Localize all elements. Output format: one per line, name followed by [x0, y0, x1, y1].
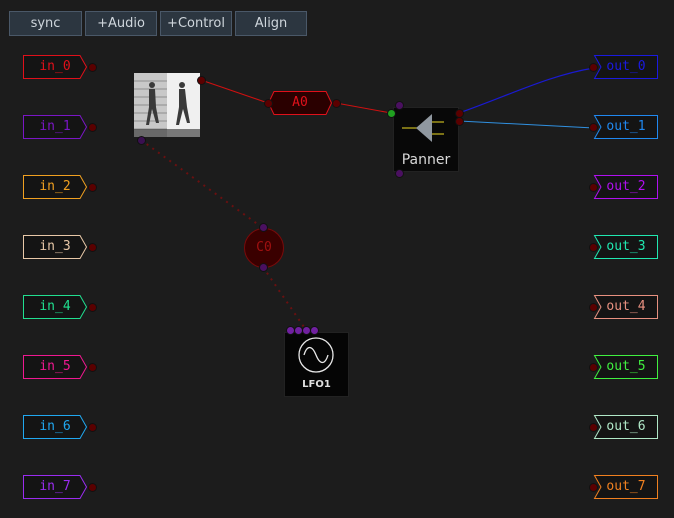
input-port-1-connector[interactable]	[88, 123, 97, 132]
toolbar: sync +Audio +Control Align	[9, 11, 307, 36]
c0-out-port[interactable]	[259, 263, 268, 272]
c0-in-port[interactable]	[259, 223, 268, 232]
control-bus-c0[interactable]: C0	[244, 228, 284, 268]
input-port-6[interactable]: in_6	[23, 415, 88, 439]
input-port-2-connector[interactable]	[88, 183, 97, 192]
input-port-0-connector[interactable]	[88, 63, 97, 72]
input-port-6-connector[interactable]	[88, 423, 97, 432]
lfo-port-3[interactable]	[310, 326, 319, 335]
input-port-label: in_6	[39, 419, 71, 434]
input-port-4-connector[interactable]	[88, 303, 97, 312]
output-port-5[interactable]: out_5	[593, 355, 658, 379]
output-port-0[interactable]: out_0	[593, 55, 658, 79]
panner-node[interactable]: Panner	[393, 107, 459, 172]
wire-c0-to-lfo[interactable]	[262, 266, 307, 331]
output-port-6[interactable]: out_6	[593, 415, 658, 439]
image-out-port[interactable]	[197, 76, 206, 85]
wire-panner-to-out1[interactable]	[458, 120, 595, 129]
input-port-label: in_3	[39, 239, 71, 254]
input-port-label: in_5	[39, 359, 71, 374]
wire-a0-to-panner[interactable]	[335, 102, 392, 114]
lfo-node[interactable]: LFO1	[284, 332, 349, 397]
input-port-7[interactable]: in_7	[23, 475, 88, 499]
input-port-label: in_1	[39, 119, 71, 134]
panner-top-port[interactable]	[395, 101, 404, 110]
input-port-7-connector[interactable]	[88, 483, 97, 492]
lfo-label: LFO1	[302, 379, 331, 390]
image-node[interactable]	[134, 73, 200, 137]
output-port-label: out_3	[606, 239, 646, 254]
walking-figures-image	[134, 73, 200, 137]
output-port-1-connector[interactable]	[589, 123, 598, 132]
input-port-label: in_7	[39, 479, 71, 494]
a0-in-port[interactable]	[264, 99, 273, 108]
align-button[interactable]: Align	[235, 11, 307, 36]
audio-bus-label: A0	[292, 95, 308, 110]
output-port-label: out_5	[606, 359, 646, 374]
input-port-label: in_0	[39, 59, 71, 74]
wire-image-to-a0[interactable]	[200, 79, 269, 104]
wire-panner-to-out0[interactable]	[458, 67, 595, 114]
speaker-icon	[402, 114, 444, 142]
input-port-3-connector[interactable]	[88, 243, 97, 252]
output-port-7[interactable]: out_7	[593, 475, 658, 499]
audio-bus-a0[interactable]: A0	[267, 91, 333, 115]
output-port-4-connector[interactable]	[589, 303, 598, 312]
connection-wires	[140, 67, 595, 331]
output-port-1[interactable]: out_1	[593, 115, 658, 139]
input-port-label: in_4	[39, 299, 71, 314]
output-port-7-connector[interactable]	[589, 483, 598, 492]
input-port-2[interactable]: in_2	[23, 175, 88, 199]
a0-out-port[interactable]	[332, 99, 341, 108]
panner-label: Panner	[401, 152, 451, 168]
output-port-label: out_0	[606, 59, 646, 74]
panner-bottom-port[interactable]	[395, 169, 404, 178]
input-port-1[interactable]: in_1	[23, 115, 88, 139]
input-port-5-connector[interactable]	[88, 363, 97, 372]
output-port-label: out_2	[606, 179, 646, 194]
output-port-label: out_4	[606, 299, 646, 314]
output-port-label: out_6	[606, 419, 646, 434]
input-port-3[interactable]: in_3	[23, 235, 88, 259]
output-port-3[interactable]: out_3	[593, 235, 658, 259]
wire-image-to-c0[interactable]	[140, 139, 264, 229]
output-port-2[interactable]: out_2	[593, 175, 658, 199]
panner-out-port-1[interactable]	[455, 117, 464, 126]
output-port-2-connector[interactable]	[589, 183, 598, 192]
output-port-5-connector[interactable]	[589, 363, 598, 372]
sync-button[interactable]: sync	[9, 11, 82, 36]
output-port-0-connector[interactable]	[589, 63, 598, 72]
output-port-3-connector[interactable]	[589, 243, 598, 252]
input-port-4[interactable]: in_4	[23, 295, 88, 319]
output-port-6-connector[interactable]	[589, 423, 598, 432]
output-port-4[interactable]: out_4	[593, 295, 658, 319]
output-port-label: out_1	[606, 119, 646, 134]
input-port-5[interactable]: in_5	[23, 355, 88, 379]
image-control-port[interactable]	[137, 136, 146, 145]
add-audio-button[interactable]: +Audio	[85, 11, 157, 36]
sine-wave-icon	[298, 337, 334, 373]
panner-in-port[interactable]	[387, 109, 396, 118]
add-control-button[interactable]: +Control	[160, 11, 232, 36]
input-port-label: in_2	[39, 179, 71, 194]
output-port-label: out_7	[606, 479, 646, 494]
input-port-0[interactable]: in_0	[23, 55, 88, 79]
